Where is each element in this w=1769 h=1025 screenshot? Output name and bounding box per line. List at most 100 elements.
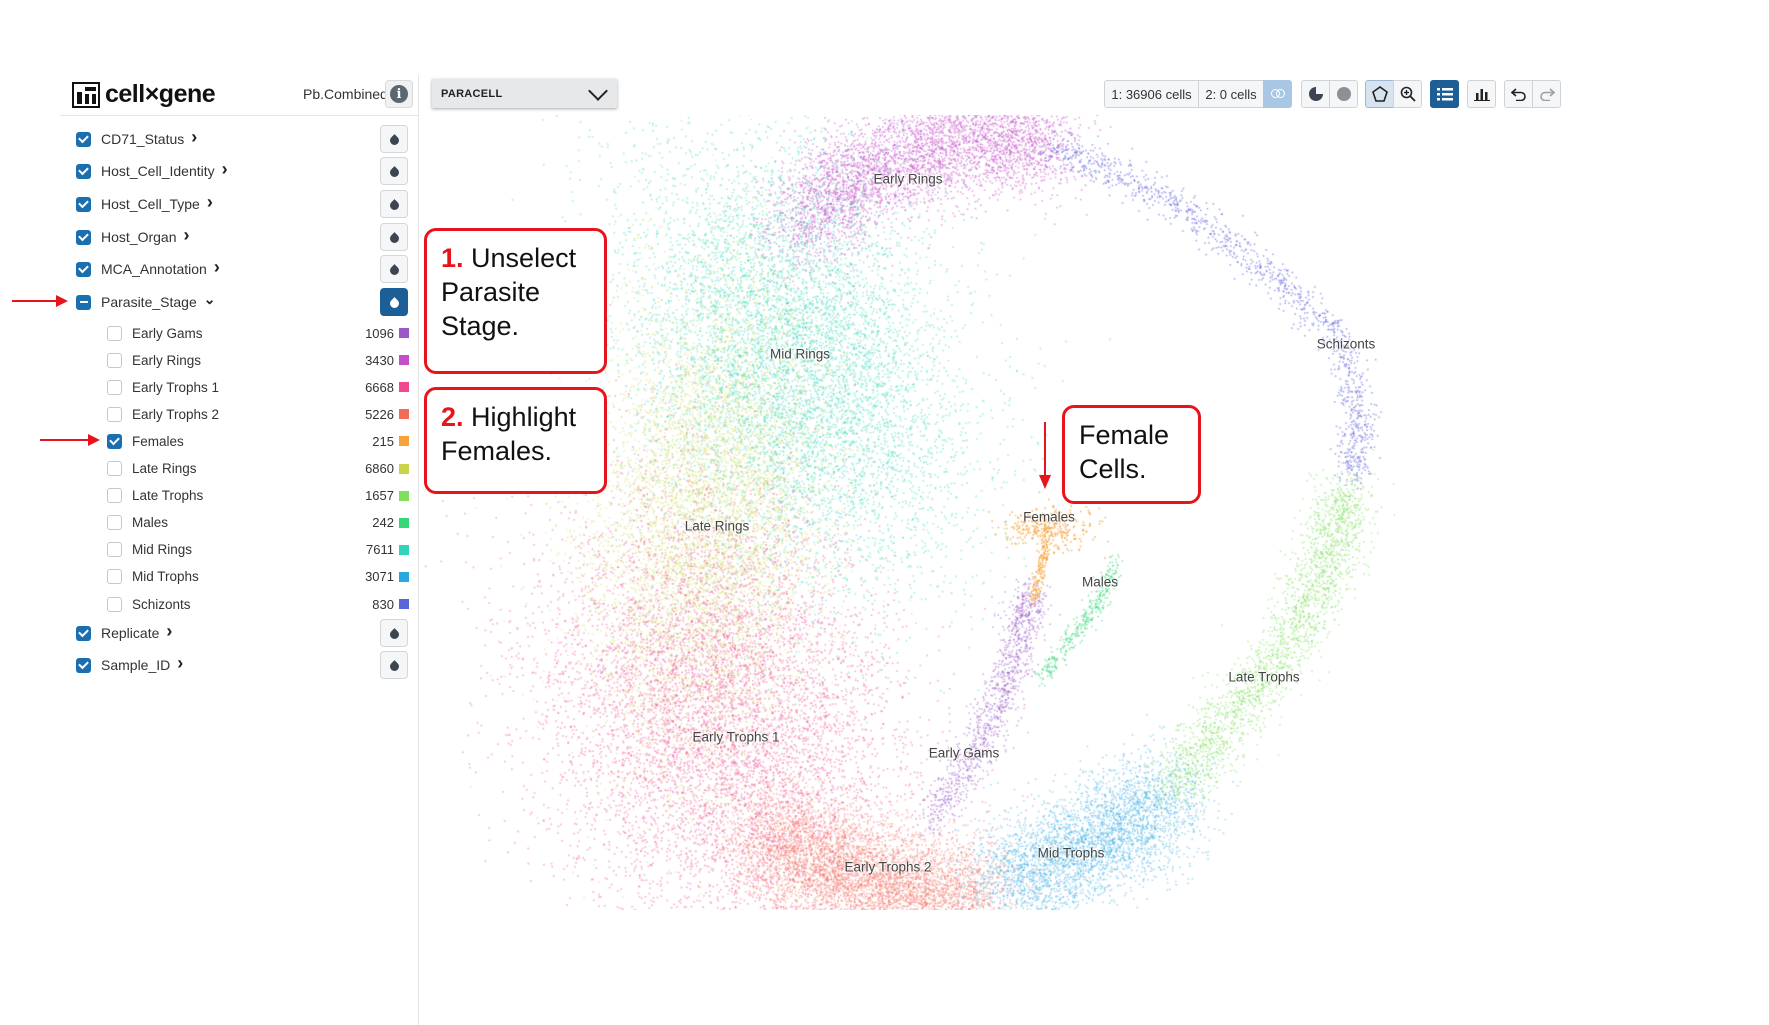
category-checkbox[interactable] xyxy=(76,131,91,147)
color-by-host-cell-type-button[interactable] xyxy=(380,190,408,218)
value-label[interactable]: Mid Rings xyxy=(132,542,366,557)
embedding-scatterplot[interactable] xyxy=(419,115,1769,910)
category-checkbox[interactable] xyxy=(76,261,91,277)
category-checkbox[interactable] xyxy=(76,229,91,245)
stage-value-early-gams[interactable]: Early Gams 1096 xyxy=(107,321,409,345)
value-checkbox[interactable] xyxy=(107,569,122,585)
value-label[interactable]: Early Gams xyxy=(132,326,365,341)
lasso-button[interactable] xyxy=(1365,80,1394,108)
value-checkbox[interactable] xyxy=(107,461,122,476)
category-cd71-status[interactable]: CD71_Status › xyxy=(76,126,197,152)
category-checkbox[interactable] xyxy=(76,163,91,179)
color-by-parasite-stage-button[interactable] xyxy=(380,288,408,316)
value-label[interactable]: Males xyxy=(132,515,372,530)
dataset-name: Pb.Combined xyxy=(303,86,388,102)
category-replicate[interactable]: Replicate › xyxy=(76,620,172,646)
info-icon: i xyxy=(390,85,408,103)
color-by-cd71-status-button[interactable] xyxy=(380,125,408,153)
color-by-host-organ-button[interactable] xyxy=(380,223,408,251)
value-count: 7611 xyxy=(366,542,394,558)
chevron-right-icon[interactable]: › xyxy=(207,192,213,213)
category-label[interactable]: Parasite_Stage xyxy=(101,294,197,310)
value-checkbox[interactable] xyxy=(107,515,122,531)
chevron-right-icon[interactable]: › xyxy=(214,257,220,278)
value-checkbox[interactable] xyxy=(107,596,122,612)
list-view-button[interactable] xyxy=(1430,80,1459,108)
stage-value-males[interactable]: Males 242 xyxy=(107,511,409,535)
category-label[interactable]: CD71_Status xyxy=(101,131,184,147)
redo-button[interactable] xyxy=(1532,80,1561,108)
selection-2-count[interactable]: 2: 0 cells xyxy=(1198,80,1264,108)
category-host-organ[interactable]: Host_Organ › xyxy=(76,224,189,250)
stage-value-mid-trophs[interactable]: Mid Trophs 3071 xyxy=(107,565,409,589)
color-swatch xyxy=(399,490,409,501)
category-checkbox[interactable] xyxy=(76,294,91,310)
category-sample-id[interactable]: Sample_ID › xyxy=(76,652,183,678)
value-checkbox[interactable] xyxy=(107,379,122,395)
color-by-sample-id-button[interactable] xyxy=(380,651,408,679)
color-by-mca-annotation-button[interactable] xyxy=(380,255,408,283)
dot-button[interactable] xyxy=(1329,80,1358,108)
category-host-cell-type[interactable]: Host_Cell_Type › xyxy=(76,191,213,217)
value-label[interactable]: Females xyxy=(132,434,372,449)
step1-callout: 1. Unselect Parasite Stage. xyxy=(424,228,607,374)
category-mca-annotation[interactable]: MCA_Annotation › xyxy=(76,256,220,282)
category-label[interactable]: MCA_Annotation xyxy=(101,261,207,277)
zoom-button[interactable] xyxy=(1393,80,1422,108)
value-label[interactable]: Early Rings xyxy=(132,353,365,368)
category-host-cell-identity[interactable]: Host_Cell_Identity › xyxy=(76,158,228,184)
stage-value-schizonts[interactable]: Schizonts 830 xyxy=(107,592,409,616)
category-parasite-stage[interactable]: Parasite_Stage ⌄ xyxy=(76,289,215,315)
category-label[interactable]: Host_Cell_Type xyxy=(101,196,200,212)
undo-button[interactable] xyxy=(1504,80,1533,108)
value-label[interactable]: Early Trophs 1 xyxy=(132,380,365,395)
value-checkbox[interactable] xyxy=(107,325,122,341)
color-by-replicate-button[interactable] xyxy=(380,619,408,647)
stage-value-early-rings[interactable]: Early Rings 3430 xyxy=(107,348,409,372)
lasso-icon xyxy=(1371,86,1388,102)
app-name: cell×gene xyxy=(105,80,216,108)
chevron-right-icon[interactable]: › xyxy=(183,225,189,246)
value-label[interactable]: Schizonts xyxy=(132,597,372,612)
value-label[interactable]: Late Rings xyxy=(132,461,365,476)
category-checkbox[interactable] xyxy=(76,625,91,641)
embedding-select[interactable]: PARACELL xyxy=(432,79,617,108)
stage-value-early-trophs-2[interactable]: Early Trophs 2 5226 xyxy=(107,402,409,426)
chevron-right-icon[interactable]: › xyxy=(191,127,197,148)
stage-value-late-rings[interactable]: Late Rings 6860 xyxy=(107,457,409,481)
histogram-button[interactable] xyxy=(1467,80,1496,108)
category-checkbox[interactable] xyxy=(76,657,91,673)
stage-value-late-trophs[interactable]: Late Trophs 1657 xyxy=(107,484,409,508)
value-label[interactable]: Mid Trophs xyxy=(132,569,365,584)
value-label[interactable]: Early Trophs 2 xyxy=(132,407,365,422)
category-label[interactable]: Host_Organ xyxy=(101,229,176,245)
value-checkbox[interactable] xyxy=(107,433,122,449)
color-by-host-cell-identity-button[interactable] xyxy=(380,157,408,185)
value-label[interactable]: Late Trophs xyxy=(132,488,365,503)
stage-value-females[interactable]: Females 215 xyxy=(107,429,409,453)
color-swatch xyxy=(399,599,409,609)
dataset-info-button[interactable]: i xyxy=(385,80,413,108)
value-checkbox[interactable] xyxy=(107,406,122,422)
swap-selection-button[interactable] xyxy=(1263,80,1292,108)
chevron-down-icon[interactable]: ⌄ xyxy=(204,291,216,308)
selection-1-count[interactable]: 1: 36906 cells xyxy=(1104,80,1199,108)
header-divider xyxy=(60,115,418,116)
stage-value-early-trophs-1[interactable]: Early Trophs 1 6668 xyxy=(107,375,409,399)
stage-value-mid-rings[interactable]: Mid Rings 7611 xyxy=(107,538,409,562)
category-label[interactable]: Host_Cell_Identity xyxy=(101,163,215,179)
value-count: 3430 xyxy=(365,352,394,368)
color-drop-icon xyxy=(387,264,401,277)
category-label[interactable]: Replicate xyxy=(101,625,159,641)
chevron-right-icon[interactable]: › xyxy=(166,621,172,642)
category-label[interactable]: Sample_ID xyxy=(101,657,170,673)
value-count: 215 xyxy=(372,433,394,449)
cluster-label-schizonts: Schizonts xyxy=(1316,336,1376,352)
category-checkbox[interactable] xyxy=(76,196,91,212)
value-checkbox[interactable] xyxy=(107,542,122,558)
value-checkbox[interactable] xyxy=(107,488,122,504)
chevron-right-icon[interactable]: › xyxy=(222,159,228,180)
pie-chart-button[interactable] xyxy=(1301,80,1330,108)
chevron-right-icon[interactable]: › xyxy=(177,653,183,674)
value-checkbox[interactable] xyxy=(107,352,122,368)
